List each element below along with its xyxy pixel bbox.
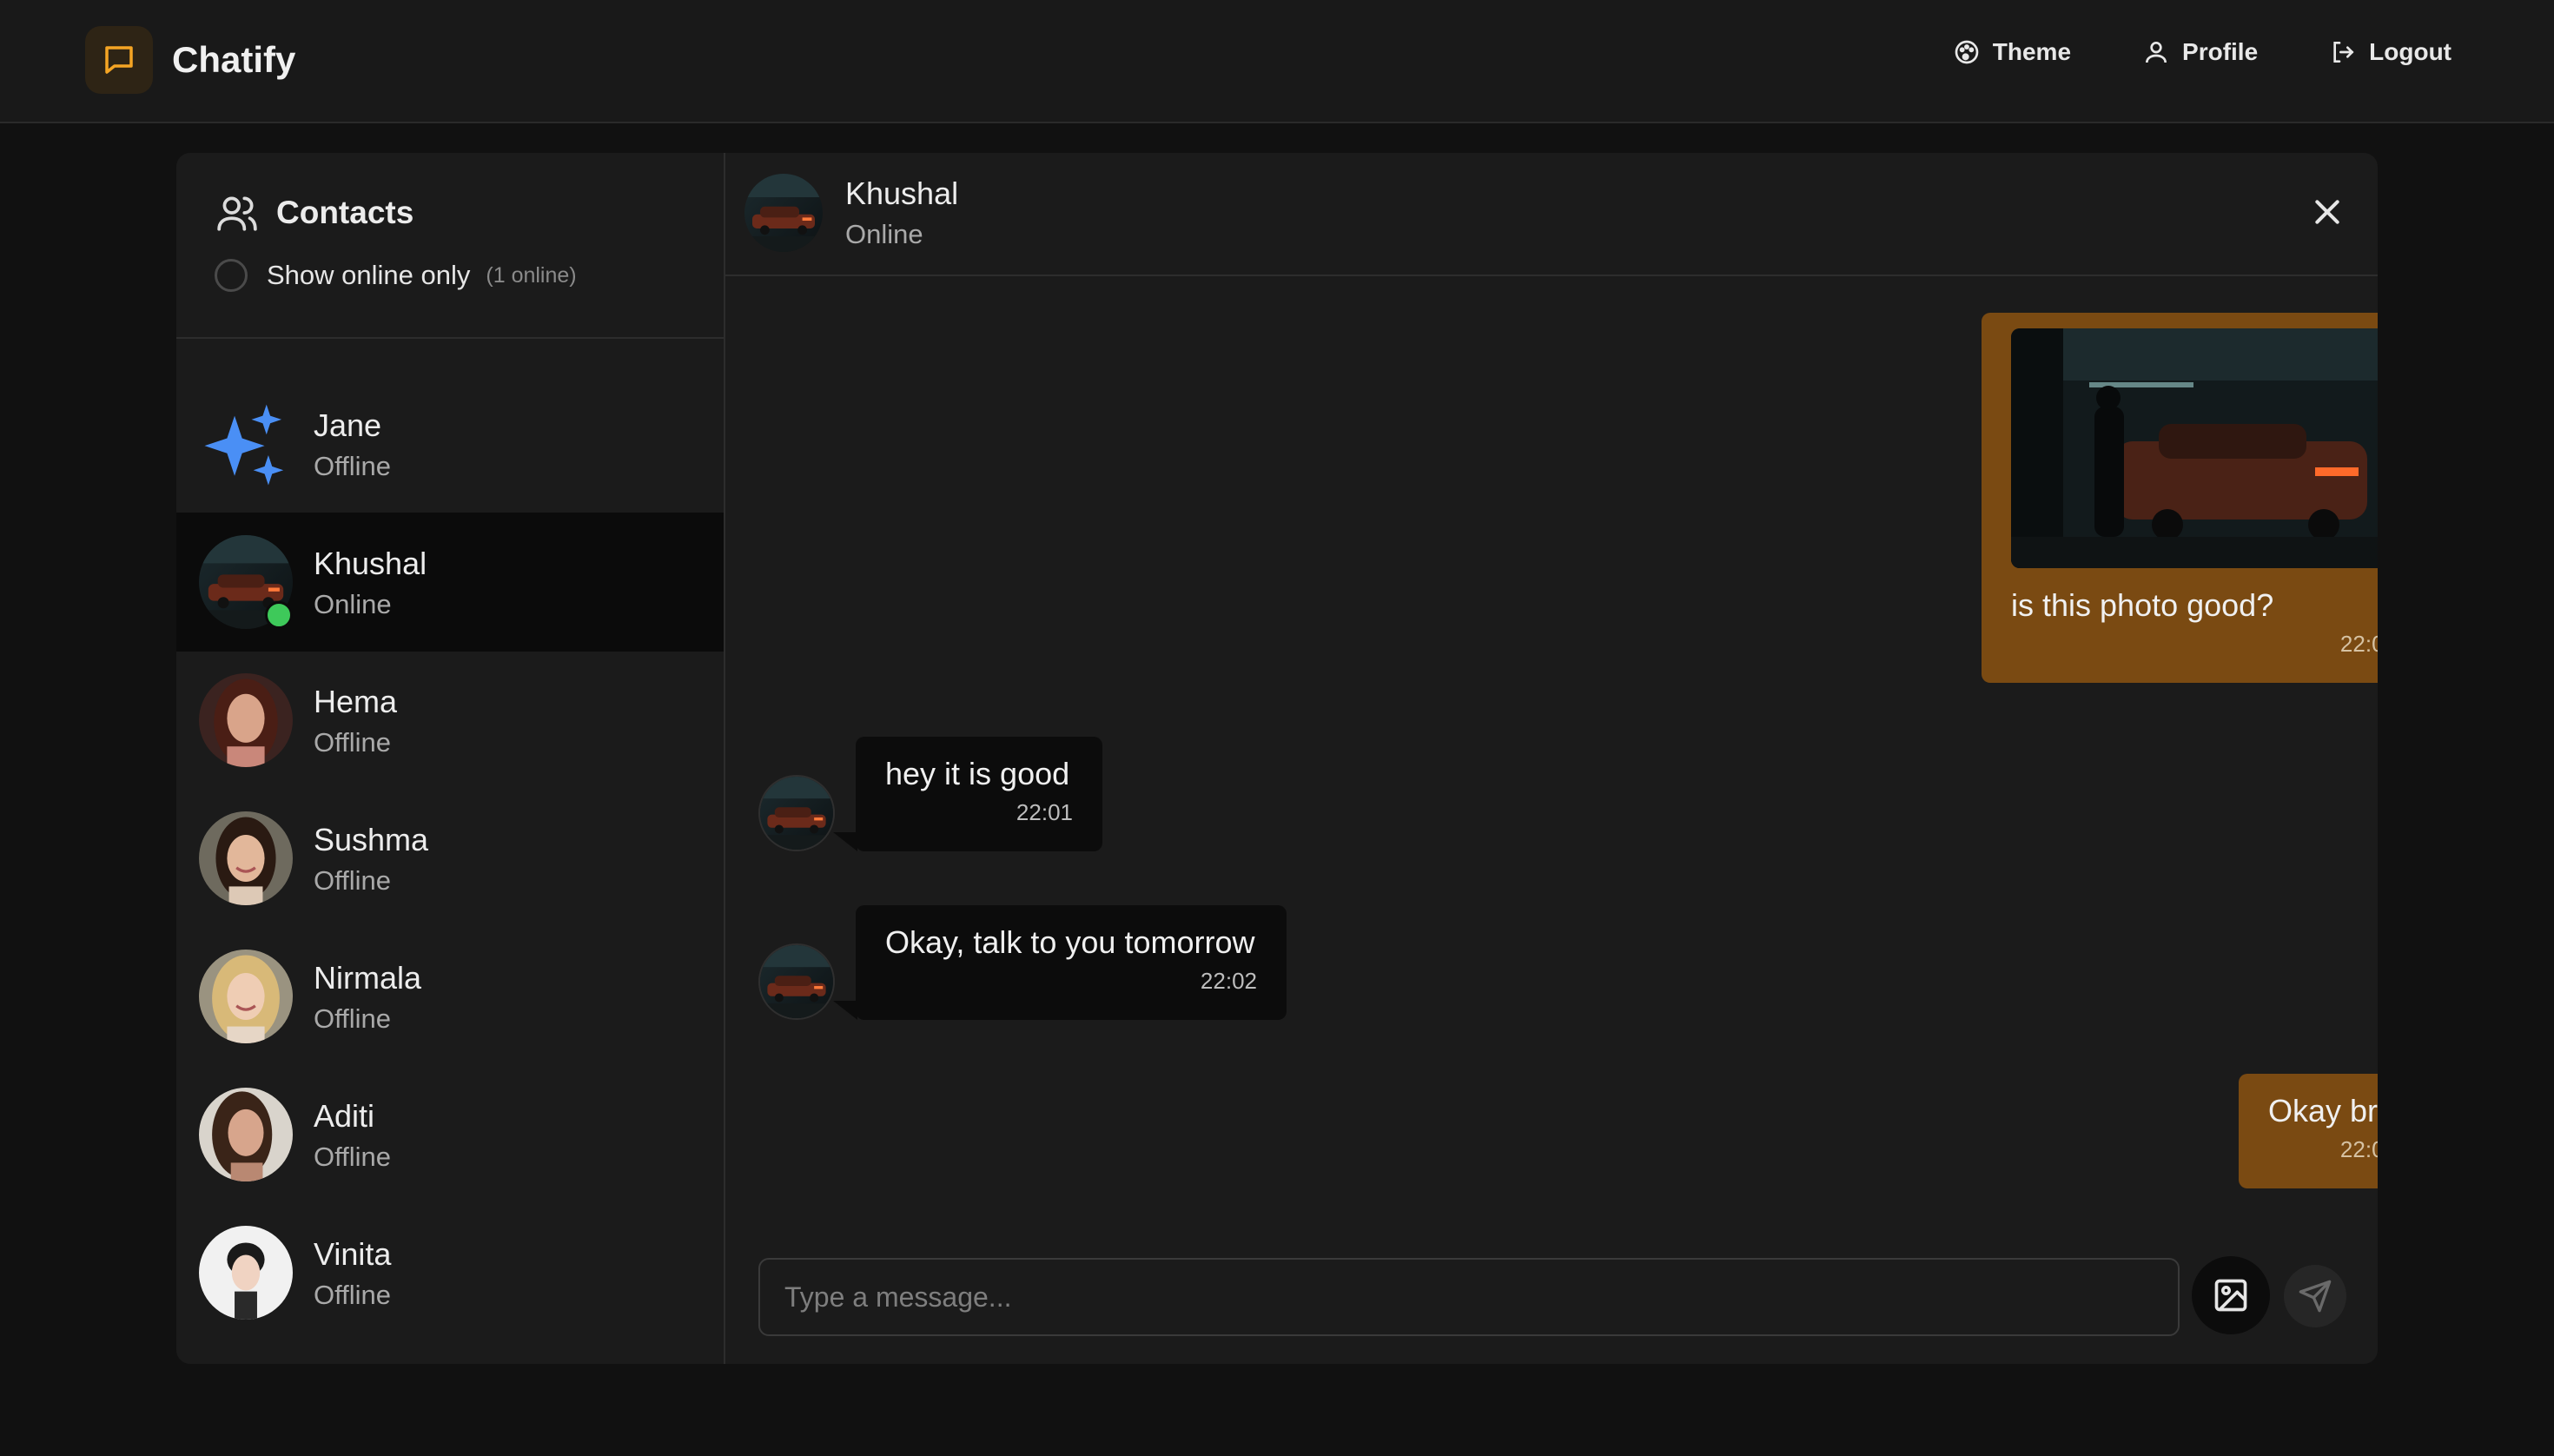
message-time: 22:02 <box>2339 1136 2378 1162</box>
contacts-title-label: Contacts <box>276 195 414 230</box>
contact-status: Offline <box>314 727 392 758</box>
contact-name: Jane <box>314 407 382 443</box>
logout-button[interactable]: Logout <box>2329 38 2451 66</box>
contact-name: Vinita <box>314 1236 392 1272</box>
contacts-title: Contacts <box>215 191 414 235</box>
message-list: is this photo good? 22:01 hey it is good… <box>725 276 2378 1362</box>
bubble-tail <box>833 832 857 851</box>
message-input[interactable] <box>758 1258 2180 1336</box>
online-status-dot <box>265 601 293 629</box>
avatar <box>758 775 835 851</box>
chat-bubble-icon <box>85 26 153 94</box>
profile-label: Profile <box>2182 38 2259 65</box>
message-time: 22:02 <box>1200 968 1257 994</box>
app-name: Chatify <box>172 39 296 80</box>
sidebar-header: Contacts Show online only (1 online) <box>176 153 724 339</box>
message-bubble-received: Okay, talk to you tomorrow 22:02 <box>856 905 1287 1020</box>
nav-actions: Theme Profile Logout <box>1882 38 2451 66</box>
logout-icon <box>2333 42 2354 63</box>
theme-button[interactable]: Theme <box>1953 38 2071 66</box>
contact-item-jane[interactable]: Jane Offline <box>176 374 724 513</box>
bubble-tail <box>833 1001 857 1020</box>
message-bubble-sent: is this photo good? 22:01 <box>1982 313 2378 683</box>
show-online-toggle[interactable]: Show online only (1 online) <box>215 259 577 292</box>
avatar <box>199 1088 293 1181</box>
contact-status: Offline <box>314 1280 392 1310</box>
contact-item-sushma[interactable]: Sushma Offline <box>176 789 724 928</box>
contact-status: Offline <box>314 865 392 896</box>
avatar <box>199 673 293 767</box>
message-text: hey it is good <box>885 756 1070 791</box>
message-time: 22:01 <box>2339 631 2378 657</box>
logout-label: Logout <box>2369 38 2451 65</box>
avatar <box>758 943 835 1020</box>
contact-name: Sushma <box>314 822 429 857</box>
chat-contact-status: Online <box>845 219 923 249</box>
message-text: is this photo good? <box>2011 587 2274 623</box>
online-count: (1 online) <box>486 262 577 288</box>
attach-image-button[interactable] <box>2192 1256 2270 1334</box>
sparkles-icon <box>199 397 293 491</box>
palette-icon <box>1955 40 1979 64</box>
online-filter-label: Show online only <box>267 260 471 290</box>
contact-name: Hema <box>314 684 398 719</box>
contact-status: Online <box>314 589 392 619</box>
message-composer <box>725 1249 2378 1364</box>
contact-item-vinita[interactable]: Vinita Offline <box>176 1203 724 1342</box>
users-icon <box>217 196 257 231</box>
message-bubble-received: hey it is good 22:01 <box>856 737 1102 851</box>
top-navbar: Chatify Theme Profile Logout <box>0 0 2554 123</box>
message-bubble-sent: Okay bro 22:02 <box>2239 1074 2378 1188</box>
theme-label: Theme <box>1992 38 2072 65</box>
image-icon <box>2214 1279 2247 1312</box>
contact-item-nirmala[interactable]: Nirmala Offline <box>176 927 724 1066</box>
chat-contact-name: Khushal <box>845 175 959 211</box>
avatar[interactable] <box>744 174 823 252</box>
message-text: Okay bro <box>2268 1093 2378 1128</box>
send-icon <box>2299 1280 2332 1313</box>
contact-status: Offline <box>314 451 392 481</box>
contact-status: Offline <box>314 1003 392 1034</box>
contact-item-partial[interactable] <box>176 1341 724 1364</box>
close-chat-button[interactable] <box>2305 189 2350 235</box>
chat-header: Khushal Online <box>725 153 2378 276</box>
contact-item-aditi[interactable]: Aditi Offline <box>176 1065 724 1204</box>
contact-name: Nirmala <box>314 960 422 996</box>
profile-button[interactable]: Profile <box>2142 38 2258 66</box>
close-icon <box>2315 200 2339 224</box>
contact-status: Offline <box>314 1142 392 1172</box>
contact-item-hema[interactable]: Hema Offline <box>176 651 724 790</box>
avatar <box>199 811 293 905</box>
avatar <box>199 1226 293 1320</box>
contact-name: Khushal <box>314 546 427 581</box>
brand[interactable]: Chatify <box>85 26 295 94</box>
avatar <box>199 950 293 1043</box>
contacts-sidebar: Contacts Show online only (1 online) Jan… <box>176 153 725 1364</box>
message-image[interactable] <box>2011 328 2378 568</box>
user-icon <box>2146 42 2167 63</box>
online-only-checkbox[interactable] <box>215 259 248 292</box>
chat-panel: Khushal Online is this photo good? 22: h… <box>725 153 2378 1364</box>
chat-container: Contacts Show online only (1 online) Jan… <box>176 153 2378 1364</box>
contact-item-khushal[interactable]: Khushal Online <box>176 513 724 652</box>
send-button[interactable] <box>2284 1265 2346 1327</box>
message-time: 22:01 <box>1016 799 1073 825</box>
message-text: Okay, talk to you tomorrow <box>885 924 1255 960</box>
contact-name: Aditi <box>314 1098 375 1134</box>
